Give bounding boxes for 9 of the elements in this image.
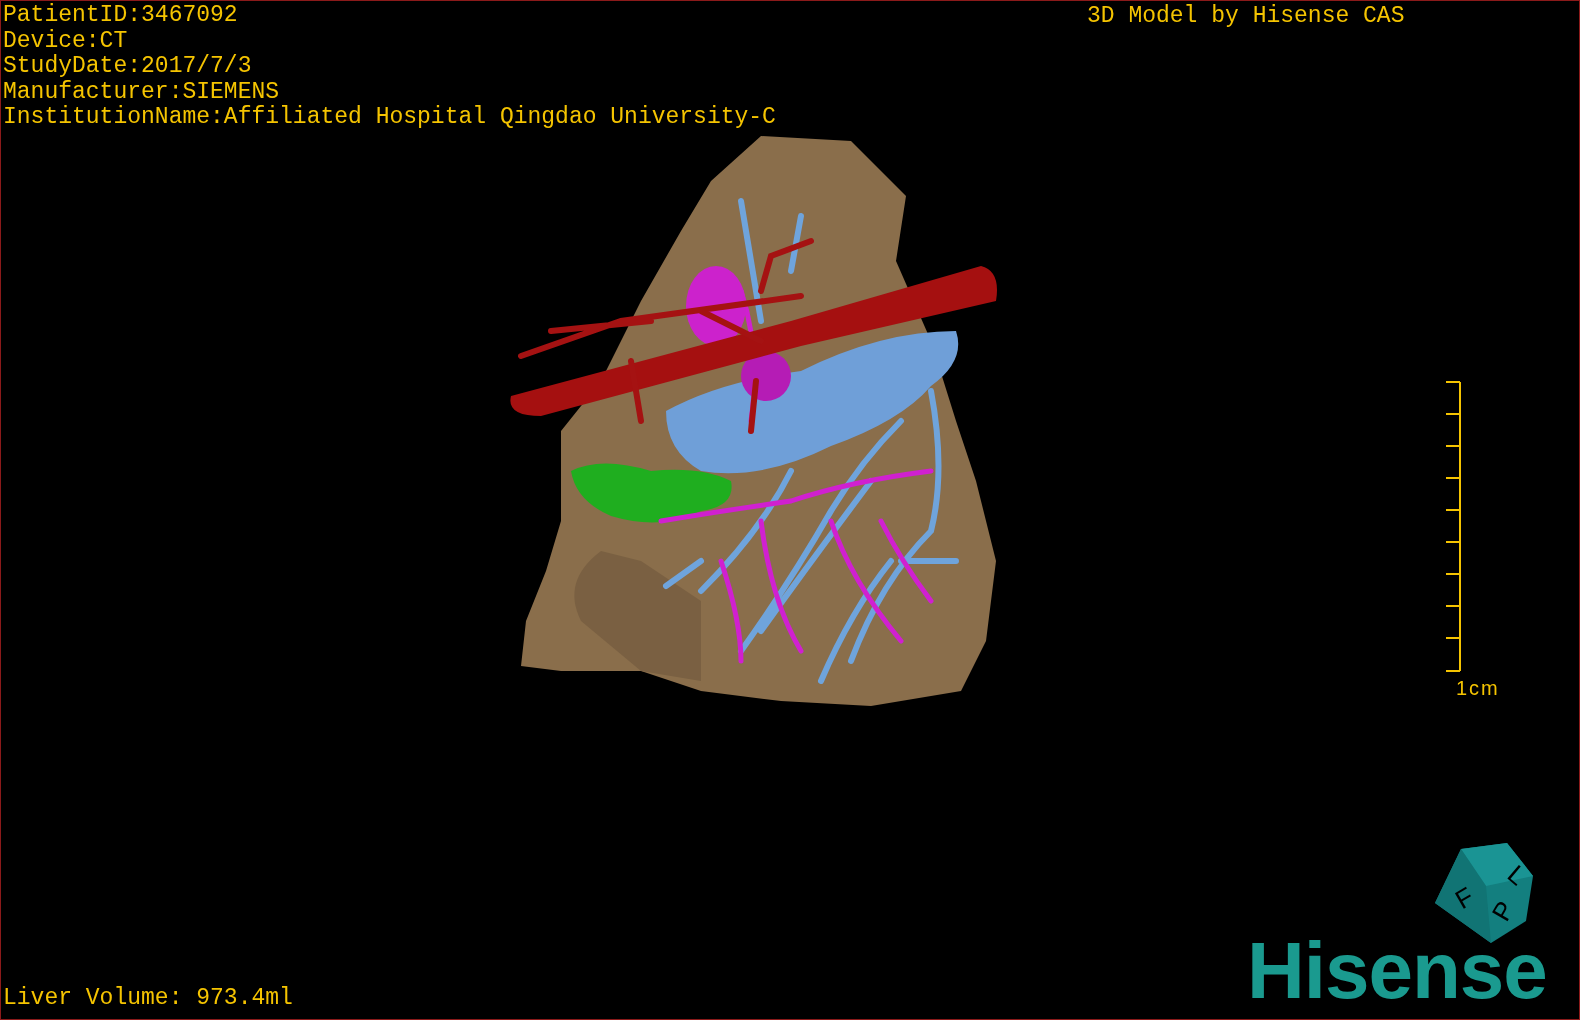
liver-volume-text: Liver Volume: 973.4ml [3,986,293,1011]
patient-info-line: PatientID:3467092 [3,3,239,29]
patient-info-line: Manufacturer:SIEMENS [3,79,281,105]
scale-label: 1cm [1456,676,1500,701]
patient-info-line: InstitutionName:Affiliated Hospital Qingdao University-C [3,105,776,131]
brand-logo: Hisense [1247,926,1547,1016]
patient-info-line: StudyDate:2017/7/3 [3,54,253,80]
patient-info-line: Device:CT [3,28,129,54]
model-credit-text: 3D Model by Hisense CAS [1087,4,1405,29]
